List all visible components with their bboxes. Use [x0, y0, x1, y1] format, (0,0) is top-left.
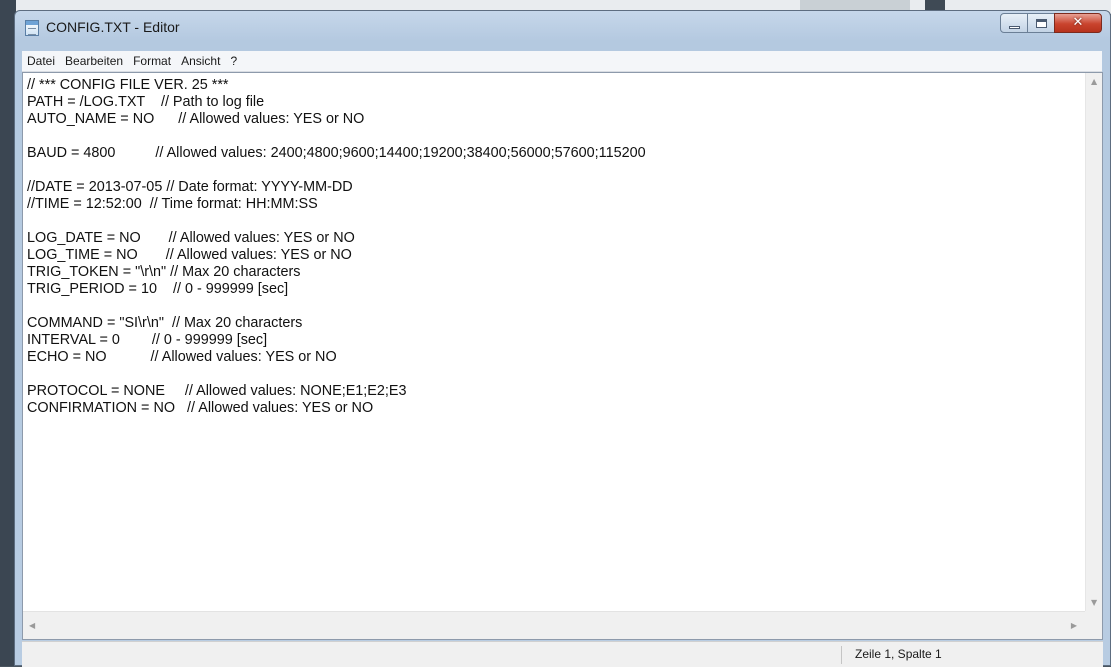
scrollbar-corner [1085, 611, 1102, 639]
menu-ansicht[interactable]: Ansicht [176, 51, 225, 71]
notepad-icon[interactable] [25, 20, 39, 36]
status-bar: Zeile 1, Spalte 1 [22, 641, 1103, 667]
text-line [27, 213, 1085, 230]
maximize-icon [1036, 19, 1047, 28]
text-line [27, 366, 1085, 383]
status-separator [841, 646, 842, 664]
text-line [27, 162, 1085, 179]
editor-client-area: // *** CONFIG FILE VER. 25 *** PATH = /L… [22, 72, 1103, 640]
notepad-window: CONFIG.TXT - Editor ✕ Datei Bearbeiten F… [14, 10, 1111, 667]
scroll-right-icon[interactable]: ▶ [1071, 621, 1077, 630]
menu-format[interactable]: Format [128, 51, 176, 71]
close-icon: ✕ [1072, 15, 1084, 30]
text-line: CONFIRMATION = NO // Allowed values: YES… [27, 400, 374, 416]
menu-bar: Datei Bearbeiten Format Ansicht ? [22, 51, 1102, 72]
minimize-icon [1009, 26, 1020, 29]
vertical-scrollbar[interactable]: ▲ ▼ [1085, 73, 1102, 611]
text-line: // *** CONFIG FILE VER. 25 *** [27, 77, 229, 93]
scroll-down-icon[interactable]: ▼ [1091, 598, 1097, 607]
text-line: LOG_TIME = NO // Allowed values: YES or … [27, 247, 352, 263]
text-line: ECHO = NO // Allowed values: YES or NO [27, 349, 337, 365]
text-line: TRIG_PERIOD = 10 // 0 - 999999 [sec] [27, 281, 289, 297]
text-line: TRIG_TOKEN = "\r\n" // Max 20 characters [27, 264, 301, 280]
horizontal-scrollbar[interactable]: ◀ ▶ [23, 611, 1085, 639]
scroll-up-icon[interactable]: ▲ [1091, 77, 1097, 86]
text-line [27, 298, 1085, 315]
cursor-position: Zeile 1, Spalte 1 [855, 647, 942, 661]
window-title: CONFIG.TXT - Editor [46, 19, 180, 35]
text-line: INTERVAL = 0 // 0 - 999999 [sec] [27, 332, 268, 348]
text-line: COMMAND = "SI\r\n" // Max 20 characters [27, 315, 303, 331]
minimize-button[interactable] [1000, 13, 1028, 33]
text-line: LOG_DATE = NO // Allowed values: YES or … [27, 230, 355, 246]
close-button[interactable]: ✕ [1054, 13, 1102, 33]
text-line [27, 128, 1085, 145]
title-bar[interactable]: CONFIG.TXT - Editor ✕ [15, 11, 1110, 43]
menu-bearbeiten[interactable]: Bearbeiten [60, 51, 128, 71]
text-line: AUTO_NAME = NO // Allowed values: YES or… [27, 111, 365, 127]
text-editor[interactable]: // *** CONFIG FILE VER. 25 *** PATH = /L… [23, 73, 1085, 611]
text-line: PROTOCOL = NONE // Allowed values: NONE;… [27, 383, 407, 399]
scroll-left-icon[interactable]: ◀ [29, 621, 35, 630]
text-line: PATH = /LOG.TXT // Path to log file [27, 94, 265, 110]
text-line: //DATE = 2013-07-05 // Date format: YYYY… [27, 179, 353, 195]
window-controls: ✕ [1000, 13, 1102, 35]
menu-help[interactable]: ? [225, 51, 242, 71]
menu-datei[interactable]: Datei [22, 51, 60, 71]
text-line: BAUD = 4800 // Allowed values: 2400;4800… [27, 145, 646, 161]
text-line: //TIME = 12:52:00 // Time format: HH:MM:… [27, 196, 318, 212]
maximize-button[interactable] [1027, 13, 1055, 33]
